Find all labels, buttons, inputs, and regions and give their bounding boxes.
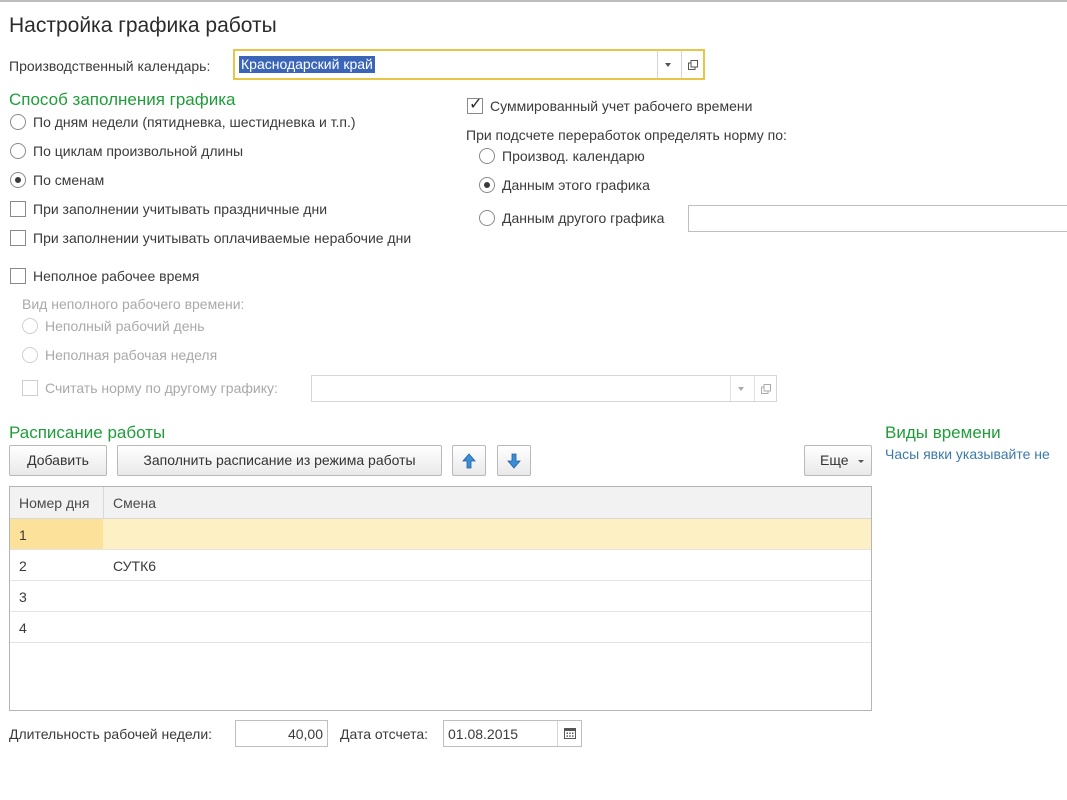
part-time-label: Неполное рабочее время [33,268,200,284]
summarized-accounting-checkbox[interactable]: ✓ [467,96,483,114]
week-length-value: 40,00 [287,726,323,742]
consider-holidays-checkbox[interactable] [10,201,26,217]
more-button[interactable]: Еще [804,445,872,476]
fill-from-mode-button[interactable]: Заполнить расписание из режима работы [117,445,442,476]
consider-paid-nonworking-label: При заполнении учитывать оплачиваемые не… [33,230,412,246]
day-number-cell: 1 [19,527,27,543]
table-row[interactable]: 3 [10,581,871,612]
overtime-norm-label: При подсчете переработок определять норм… [466,127,787,143]
arrow-down-icon [507,453,521,469]
time-types-note[interactable]: Часы явки указывайте не [885,446,1050,462]
norm-production-calendar-label: Производ. календарю [502,148,645,164]
move-down-button[interactable] [497,445,531,476]
column-header-shift[interactable]: Смена [113,495,156,511]
part-time-week-label: Неполная рабочая неделя [45,347,218,363]
part-time-day-radio[interactable] [22,318,38,334]
ref-date-label: Дата отсчета: [340,726,429,742]
arrow-up-icon [462,453,476,469]
schedule-heading: Расписание работы [9,423,166,442]
norm-other-schedule-checkbox[interactable] [22,380,38,396]
ref-date-input[interactable]: 01.08.2015 [443,720,582,747]
table-header: Номер дня Смена [10,487,871,519]
norm-production-calendar-radio[interactable] [479,148,495,164]
window-top-border [0,0,1067,2]
fill-by-cycles-label: По циклам произвольной длины [33,143,244,159]
table-row[interactable]: 4 [10,612,871,643]
norm-other-schedule-label: Данным другого графика [502,210,665,226]
column-header-day-number[interactable]: Номер дня [19,495,89,511]
norm-this-schedule-radio[interactable] [479,177,495,193]
checkmark-icon: ✓ [469,96,483,113]
fill-by-weekdays-radio[interactable] [10,114,26,130]
other-schedule-input[interactable] [688,205,1067,232]
part-time-type-label: Вид неполного рабочего времени: [22,296,245,312]
chevron-down-icon [858,459,864,463]
chevron-down-icon [738,386,744,391]
day-number-cell: 2 [19,558,27,574]
part-time-week-radio[interactable] [22,347,38,363]
table-row[interactable]: 1 [10,519,871,550]
day-number-cell: 4 [19,620,27,636]
consider-holidays-label: При заполнении учитывать праздничные дни [33,201,328,217]
shift-cell: СУТК6 [113,558,157,574]
part-time-checkbox[interactable] [10,268,26,284]
move-up-button[interactable] [452,445,486,476]
fill-by-shifts-radio[interactable] [10,172,26,188]
ref-date-value: 01.08.2015 [448,726,519,742]
schedule-table: Номер дня Смена 1 2 СУТК6 3 4 [9,486,872,711]
calendar-picker-button[interactable] [557,721,581,746]
open-form-icon [761,383,771,394]
more-button-label: Еще [820,452,849,468]
summarized-accounting-label: Суммированный учет рабочего времени [490,98,753,114]
consider-paid-nonworking-checkbox[interactable] [10,230,26,246]
norm-other-schedule-dropdown-button[interactable] [730,376,752,401]
norm-other-schedule-checkbox-label: Считать норму по другому графику: [45,380,278,396]
table-row[interactable]: 2 СУТК6 [10,550,871,581]
column-divider [103,487,104,519]
page-title: Настройка графика работы [9,14,277,37]
calendar-icon [564,728,576,739]
day-number-cell: 3 [19,589,27,605]
norm-other-schedule-radio[interactable] [479,210,495,226]
open-form-icon [688,59,698,70]
add-button[interactable]: Добавить [9,445,107,476]
calendar-combobox[interactable]: Краснодарский край [233,49,705,80]
part-time-day-label: Неполный рабочий день [45,318,205,334]
fill-by-cycles-radio[interactable] [10,143,26,159]
chevron-down-icon [665,62,671,67]
calendar-value: Краснодарский край [239,56,375,73]
calendar-dropdown-button[interactable] [657,51,679,78]
norm-this-schedule-label: Данным этого графика [502,177,650,193]
calendar-label: Производственный календарь: [9,58,211,74]
fill-method-heading: Способ заполнения графика [9,90,236,109]
time-types-heading: Виды времени [885,423,1001,442]
fill-by-weekdays-label: По дням недели (пятидневка, шестидневка … [33,114,356,130]
calendar-open-button[interactable] [681,51,703,78]
norm-other-schedule-combobox[interactable] [311,375,777,402]
fill-by-shifts-label: По сменам [33,172,105,188]
week-length-input[interactable]: 40,00 [235,720,328,747]
week-length-label: Длительность рабочей недели: [9,726,213,742]
norm-other-schedule-open-button[interactable] [754,376,776,401]
